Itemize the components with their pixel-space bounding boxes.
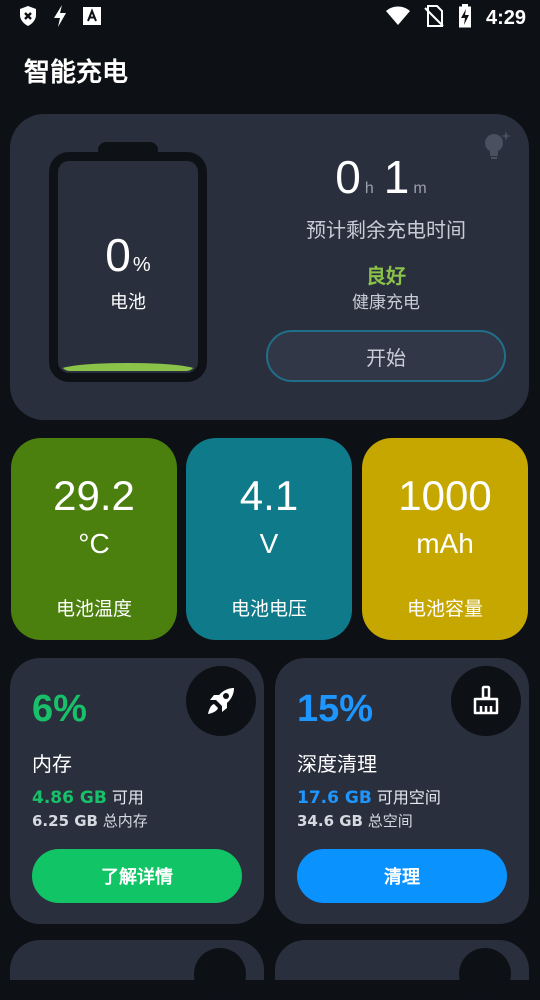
storage-available-value: 17.6 GB: [297, 788, 372, 808]
rocket-icon[interactable]: [186, 666, 256, 736]
status-time: 4:29: [485, 6, 526, 29]
memory-total: 6.25 GB 总内存: [32, 810, 148, 831]
voltage-unit: V: [259, 528, 279, 559]
text-a-icon: [82, 6, 102, 30]
no-sim-icon: [424, 5, 444, 31]
deep-clean-card: 15% 深度清理 17.6 GB 可用空间 34.6 GB 总空间 清理: [275, 658, 529, 924]
memory-total-value: 6.25 GB: [32, 812, 98, 830]
memory-total-label: 总内存: [102, 812, 148, 830]
clean-button[interactable]: 清理: [297, 849, 507, 903]
voltage-tile[interactable]: 4.1 V 电池电压: [186, 438, 352, 640]
next-card-right[interactable]: [275, 940, 529, 1000]
card-icon-circle: [459, 948, 511, 1000]
battery-charging-icon: [458, 4, 472, 32]
health-status: 良好: [366, 264, 406, 288]
memory-card: 6% 内存 4.86 GB 可用 6.25 GB 总内存 了解详情: [10, 658, 264, 924]
battery-label: 电池: [110, 292, 146, 313]
remaining-time-caption: 预计剩余充电时间: [306, 218, 466, 242]
hours-unit: h: [364, 180, 374, 197]
storage-total-label: 总空间: [367, 812, 413, 830]
health-label: 健康充电: [352, 293, 420, 313]
learn-more-button[interactable]: 了解详情: [32, 849, 242, 903]
battery-percent: 0%: [60, 228, 196, 282]
battery-percent-unit: %: [132, 254, 151, 276]
capacity-label: 电池容量: [406, 598, 483, 620]
storage-available: 17.6 GB 可用空间: [297, 784, 441, 808]
flash-icon: [52, 4, 68, 32]
battery-card: 0% 电池 0h1m 预计剩余充电时间 良好 健康充电 开始: [10, 114, 529, 420]
shield-x-icon: [18, 5, 38, 31]
memory-available-value: 4.86 GB: [32, 788, 107, 808]
card-icon-circle: [194, 948, 246, 1000]
storage-percent: 15%: [297, 688, 374, 730]
temperature-value: 29.2: [53, 472, 135, 519]
storage-total: 34.6 GB 总空间: [297, 810, 413, 831]
remaining-time: 0h1m: [266, 150, 506, 204]
voltage-label: 电池电压: [230, 598, 307, 620]
memory-available: 4.86 GB 可用: [32, 784, 144, 808]
memory-percent: 6%: [32, 688, 87, 730]
remaining-hours: 0: [335, 151, 361, 203]
memory-title: 内存: [32, 752, 72, 776]
temperature-label: 电池温度: [55, 598, 132, 620]
start-button[interactable]: 开始: [266, 330, 506, 382]
capacity-tile[interactable]: 1000 mAh 电池容量: [362, 438, 528, 640]
minutes-unit: m: [413, 180, 427, 197]
storage-total-value: 34.6 GB: [297, 812, 363, 830]
page-title: 智能充电: [24, 58, 129, 88]
capacity-unit: mAh: [416, 528, 474, 559]
battery-fill: [60, 362, 196, 371]
memory-available-label: 可用: [111, 788, 144, 807]
temperature-unit: °C: [78, 528, 110, 559]
remaining-minutes: 1: [383, 151, 410, 203]
wifi-icon: [385, 6, 410, 30]
temperature-tile[interactable]: 29.2 °C 电池温度: [11, 438, 177, 640]
storage-available-label: 可用空间: [376, 788, 441, 807]
deep-clean-title: 深度清理: [297, 752, 377, 776]
next-card-left[interactable]: [10, 940, 264, 1000]
status-bar: 4:29: [0, 0, 540, 36]
battery-percent-value: 0: [105, 229, 131, 281]
broom-icon[interactable]: [451, 666, 521, 736]
voltage-value: 4.1: [239, 472, 299, 519]
capacity-value: 1000: [398, 472, 492, 519]
